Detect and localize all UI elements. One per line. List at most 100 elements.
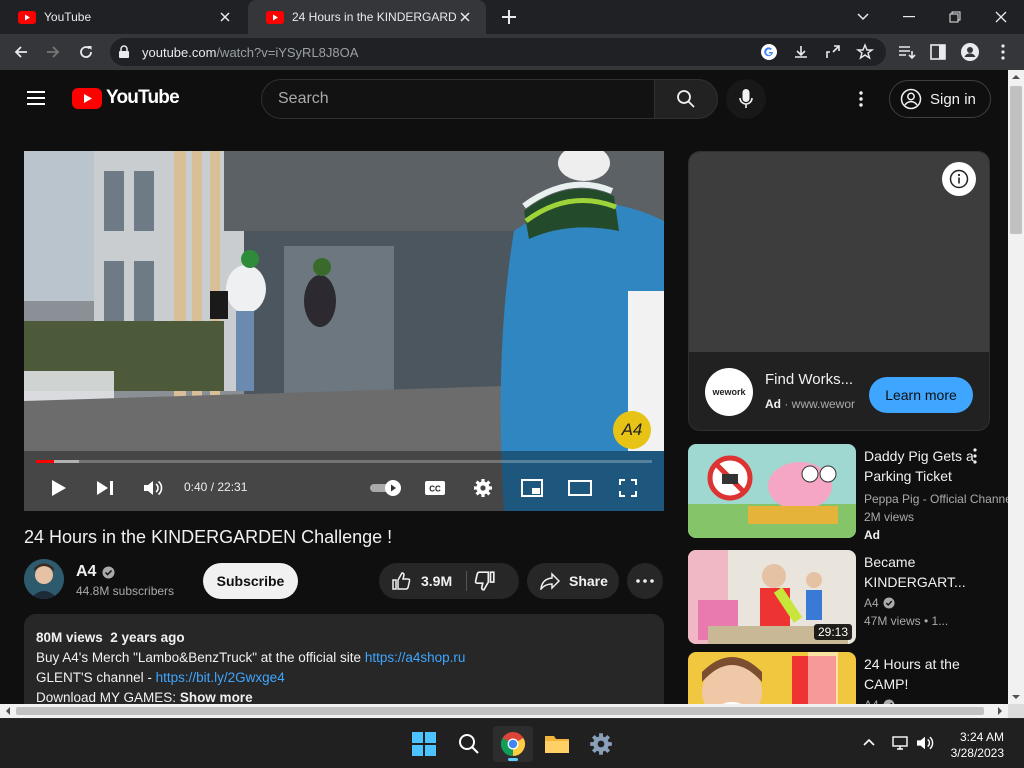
more-vertical-icon[interactable] [972,448,978,464]
settings-button[interactable] [468,473,498,503]
sign-in-button[interactable]: Sign in [889,80,991,118]
description-text: GLENT'S channel - [36,670,156,685]
video-thumbnail[interactable]: 29:13 [688,550,856,644]
taskbar-settings[interactable] [587,730,615,758]
search-input[interactable]: Search [261,79,655,119]
scroll-up-arrow-icon[interactable] [1008,70,1024,84]
related-title[interactable]: 24 Hours at the CAMP! [864,654,980,694]
video-player[interactable]: A4 0:40 / 22:31 CC [24,151,664,511]
vertical-scroll-thumb[interactable] [1010,86,1022,234]
related-channel-text: Peppa Pig - Official Channe [864,492,1008,506]
subscribe-button[interactable]: Subscribe [203,563,298,599]
hamburger-menu-icon[interactable] [26,90,46,106]
side-panel-icon[interactable] [928,42,948,62]
close-tab-icon[interactable] [216,8,234,26]
scroll-left-arrow-icon[interactable] [2,704,14,718]
miniplayer-button[interactable] [517,473,547,503]
search-placeholder: Search [278,90,329,107]
channel-name[interactable]: A4 [76,563,115,581]
taskbar-search-button[interactable] [455,730,483,758]
related-title[interactable]: Became KINDERGART... [864,552,980,592]
install-app-icon[interactable] [792,43,810,61]
chevron-up-icon[interactable] [862,735,876,749]
voice-search-button[interactable] [726,79,766,119]
new-tab-icon[interactable] [498,6,520,28]
ad-badge: Ad [864,528,880,542]
ad-title[interactable]: Find Works... [765,371,853,388]
merch-link[interactable]: https://a4shop.ru [365,650,466,665]
tab-youtube[interactable]: YouTube [0,0,246,34]
related-channel[interactable]: A4 [864,596,1008,610]
address-bar[interactable]: youtube.com/watch?v=iYSyRL8J8OA [110,38,886,66]
minimize-icon[interactable] [897,5,921,29]
related-video[interactable]: 29:13 Became KINDERGART... A4 47M views … [688,550,1008,644]
share-button[interactable]: Share [527,563,619,599]
subscriber-count: 44.8M subscribers [76,584,175,598]
subtitles-button[interactable]: CC [420,473,450,503]
forward-arrow-icon[interactable] [42,41,64,63]
bookmark-star-icon[interactable] [856,43,874,61]
restore-icon[interactable] [943,5,967,29]
theater-mode-button[interactable] [565,473,595,503]
fullscreen-button[interactable] [613,473,643,503]
system-clock[interactable]: 3:24 AM 3/28/2023 [932,729,1004,761]
related-channel[interactable]: Peppa Pig - Official Channe [864,492,1008,506]
scroll-right-arrow-icon[interactable] [994,704,1006,718]
browser-menu-icon[interactable] [993,42,1013,62]
search-button[interactable] [654,79,718,119]
folder-icon [545,736,569,753]
youtube-watch-page: YouTube Search Sign in A4 0:40 / 22:31 C… [0,70,1008,704]
channel-name-text: A4 [76,563,97,580]
like-button[interactable]: 3.9M [379,563,466,599]
show-more-button[interactable]: Show more [180,690,253,704]
horizontal-scrollbar[interactable] [0,704,1008,718]
scrollbar-corner [1008,704,1024,718]
related-video[interactable]: Daddy Pig Gets a Parking Ticket Peppa Pi… [688,444,1008,542]
url-text: youtube.com/watch?v=iYSyRL8J8OA [142,45,358,60]
autoplay-toggle[interactable] [368,473,404,503]
more-actions-button[interactable] [627,563,663,599]
progress-bar[interactable] [36,460,652,463]
close-window-icon[interactable] [989,5,1013,29]
profile-icon[interactable] [960,42,980,62]
back-arrow-icon[interactable] [10,41,32,63]
youtube-logo[interactable]: YouTube [72,87,180,109]
related-video[interactable]: 24 Hours at the CAMP! A4 [688,652,1008,704]
taskbar-chrome[interactable] [493,726,533,762]
dislike-button[interactable] [474,570,496,592]
url-path: /watch?v=iYSyRL8J8OA [216,45,359,60]
learn-more-button[interactable]: Learn more [869,377,973,413]
related-title[interactable]: Daddy Pig Gets a Parking Ticket [864,446,980,486]
more-horizontal-icon [636,579,654,583]
description-box[interactable]: 80M views 2 years ago Buy A4's Merch "La… [24,614,664,704]
masthead: YouTube Search Sign in [0,70,1008,128]
google-icon[interactable] [760,43,778,61]
share-page-icon[interactable] [824,43,842,61]
network-icon[interactable] [892,735,910,751]
start-button[interactable] [410,730,438,758]
sidebar-ad[interactable]: wework Find Works... Ad · www.wewor Lear… [688,151,990,431]
youtube-favicon-icon [266,10,284,24]
info-icon [949,169,969,189]
vertical-scrollbar[interactable] [1008,70,1024,704]
mute-button[interactable] [138,473,168,503]
ad-info-button[interactable] [942,162,976,196]
video-thumbnail[interactable] [688,444,856,538]
tab-search-chevron-icon[interactable] [851,5,875,29]
advertiser-logo[interactable]: wework [705,368,753,416]
tab-video[interactable]: 24 Hours in the KINDERGARDEN [248,0,486,34]
channel-link[interactable]: https://bit.ly/2Gwxge4 [156,670,285,685]
related-views: 2M views [864,510,915,524]
tab-list-icon[interactable] [896,42,916,62]
reload-icon[interactable] [75,41,97,63]
channel-watermark[interactable]: A4 [613,411,651,449]
video-thumbnail[interactable] [688,652,856,704]
settings-kebab-icon[interactable] [852,90,870,108]
scroll-down-arrow-icon[interactable] [1008,690,1024,704]
channel-avatar[interactable] [24,559,64,599]
next-button[interactable] [90,473,120,503]
close-tab-icon[interactable] [456,8,474,26]
play-button[interactable] [44,473,74,503]
taskbar-file-explorer[interactable] [543,730,571,758]
horizontal-scroll-thumb[interactable] [16,707,984,715]
